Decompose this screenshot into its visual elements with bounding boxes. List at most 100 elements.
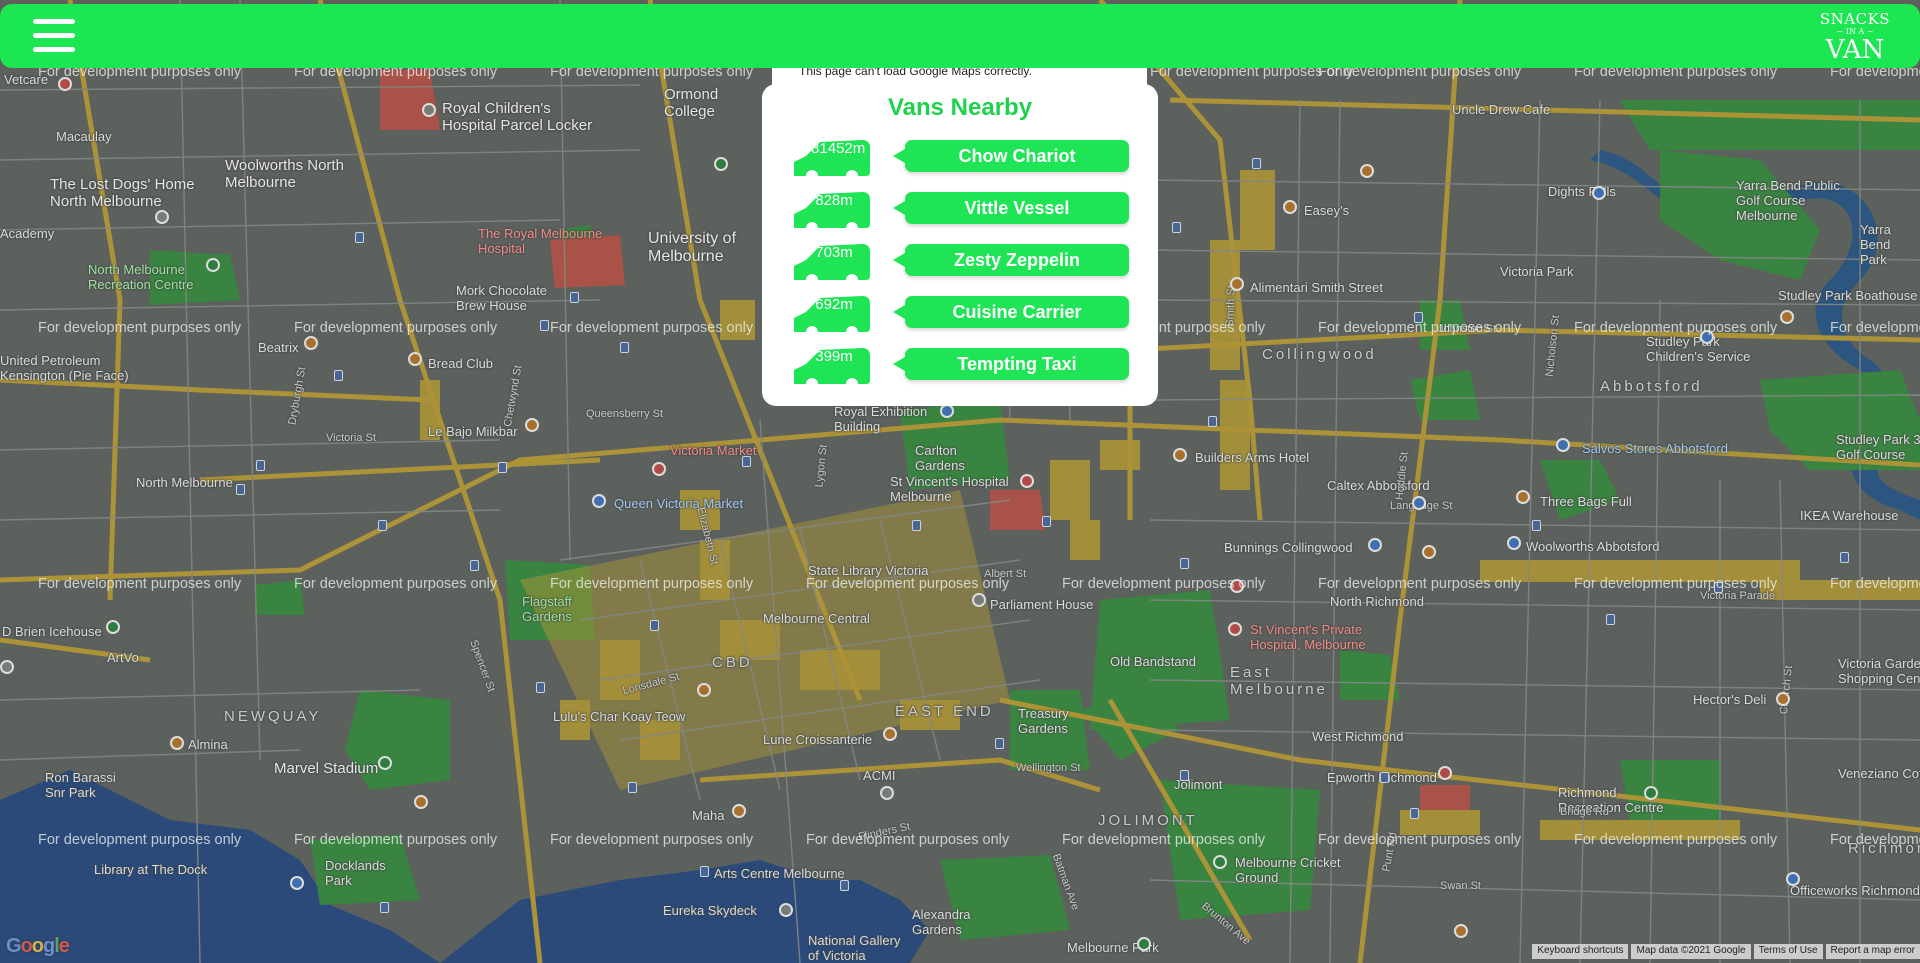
van-distance: 399m (815, 348, 853, 365)
transit-stop-icon (1380, 772, 1389, 783)
van-distance: 703m (815, 244, 853, 261)
transit-stop-icon (1180, 770, 1189, 781)
dev-watermark: For development purposes only (1062, 576, 1266, 592)
place-label: Royal Children's Hospital Parcel Locker (442, 100, 593, 134)
transit-stop-icon (256, 460, 265, 471)
logo-line-3: VAN (1825, 35, 1885, 65)
map-marker-icon[interactable] (422, 103, 436, 117)
map-marker-icon[interactable] (1516, 490, 1530, 504)
map-marker-icon[interactable] (1438, 766, 1452, 780)
terms-of-use-link[interactable]: Terms of Use (1753, 944, 1823, 959)
map-marker-icon[interactable] (779, 903, 793, 917)
map-marker-icon[interactable] (414, 795, 428, 809)
place-label: St Vincent's Hospital Melbourne (890, 474, 1009, 504)
map-marker-icon[interactable] (1283, 200, 1297, 214)
van-button-vittle-vessel[interactable]: Vittle Vessel (893, 192, 1129, 224)
place-label: Bread Club (428, 356, 494, 371)
map-marker-icon[interactable] (1786, 872, 1800, 886)
map-marker-icon[interactable] (378, 756, 392, 770)
place-label: Builders Arms Hotel (1195, 450, 1310, 465)
map-marker-icon[interactable] (1507, 536, 1521, 550)
top-navbar: SNACKS ~ IN A ~ VAN (0, 4, 1920, 68)
place-label: Beatrix (258, 340, 299, 355)
place-label: Treasury Gardens (1018, 706, 1069, 736)
van-button-chow-chariot[interactable]: Chow Chariot (893, 140, 1129, 172)
map-marker-icon[interactable] (106, 620, 120, 634)
map-marker-icon[interactable] (1422, 545, 1436, 559)
transit-stop-icon (570, 292, 579, 303)
map-marker-icon[interactable] (697, 683, 711, 697)
map-marker-icon[interactable] (732, 804, 746, 818)
map-marker-icon[interactable] (0, 660, 14, 674)
place-label: Alimentari Smith Street (1250, 280, 1383, 295)
van-button-cuisine-carrier[interactable]: Cuisine Carrier (893, 296, 1129, 328)
place-label: Melbourne Central (763, 611, 870, 626)
dev-watermark: For development purposes only (294, 576, 498, 592)
keyboard-shortcuts-link[interactable]: Keyboard shortcuts (1532, 944, 1629, 959)
dev-watermark: For development purposes only (1318, 320, 1522, 336)
map-marker-icon[interactable] (1360, 164, 1374, 178)
place-label: The Royal Melbourne Hospital (478, 226, 603, 256)
place-label: Collingwood (1262, 346, 1377, 363)
transit-stop-icon (1172, 222, 1181, 233)
map-marker-icon[interactable] (592, 494, 606, 508)
van-distance: 981452m (802, 140, 866, 157)
van-list-item: 399m Tempting Taxi (792, 346, 1138, 384)
map-marker-icon[interactable] (1173, 448, 1187, 462)
place-label: Old Bandstand (1110, 654, 1197, 669)
map-marker-icon[interactable] (1230, 277, 1244, 291)
hamburger-menu-icon[interactable] (33, 15, 75, 57)
dev-watermark: For development purposes only (806, 576, 1010, 592)
map-marker-icon[interactable] (1020, 474, 1034, 488)
map-marker-icon[interactable] (714, 157, 728, 171)
van-button-zesty-zeppelin[interactable]: Zesty Zeppelin (893, 244, 1129, 276)
map-marker-icon[interactable] (972, 593, 986, 607)
map-marker-icon[interactable] (290, 876, 304, 890)
street-label: Bridge Rd (1560, 806, 1609, 818)
logo-line-1: SNACKS (1819, 10, 1891, 28)
street-label: Victoria St (326, 432, 376, 444)
map-marker-icon[interactable] (155, 210, 169, 224)
place-label: Flagstaff Gardens (522, 594, 572, 624)
place-label: North Richmond (1330, 594, 1424, 609)
place-label: Marvel Stadium (274, 760, 379, 777)
map-marker-icon[interactable] (1213, 855, 1227, 869)
map-marker-icon[interactable] (883, 727, 897, 741)
map-marker-icon[interactable] (206, 258, 220, 272)
map-marker-icon[interactable] (880, 786, 894, 800)
dev-watermark: For development purposes only (1574, 576, 1778, 592)
snacks-in-a-van-logo[interactable]: SNACKS ~ IN A ~ VAN (1818, 10, 1892, 65)
van-button-tempting-taxi[interactable]: Tempting Taxi (893, 348, 1129, 380)
dev-watermark: For development purposes only (1318, 576, 1522, 592)
map-marker-icon[interactable] (1556, 438, 1570, 452)
map-marker-icon[interactable] (652, 462, 666, 476)
map-marker-icon[interactable] (1780, 310, 1794, 324)
map-marker-icon[interactable] (1228, 622, 1242, 636)
map-marker-icon[interactable] (1368, 538, 1382, 552)
transit-stop-icon (536, 682, 545, 693)
map-marker-icon[interactable] (1454, 924, 1468, 938)
transit-stop-icon (1410, 808, 1419, 819)
map-marker-icon[interactable] (408, 352, 422, 366)
map-marker-icon[interactable] (1137, 937, 1151, 951)
google-logo[interactable]: Google (6, 935, 70, 958)
map-marker-icon[interactable] (170, 736, 184, 750)
report-map-error-link[interactable]: Report a map error (1825, 944, 1920, 959)
dev-watermark: For development purposes only (550, 576, 754, 592)
place-label: Royal Exhibition Building (834, 404, 928, 434)
place-label: Eureka Skydeck (663, 903, 757, 918)
transit-stop-icon (620, 342, 629, 353)
map-marker-icon[interactable] (525, 418, 539, 432)
map-marker-icon[interactable] (1592, 186, 1606, 200)
map-marker-icon[interactable] (1412, 496, 1426, 510)
place-label: East Melbourne (1230, 664, 1328, 698)
place-label: Veneziano Coffee (1838, 766, 1920, 781)
map-marker-icon[interactable] (1644, 786, 1658, 800)
place-label: IKEA Warehouse (1800, 508, 1899, 523)
map-marker-icon[interactable] (940, 404, 954, 418)
place-label: Woolworths Abbotsford (1526, 539, 1660, 554)
map-marker-icon[interactable] (1776, 692, 1790, 706)
place-label: United Petroleum Kensington (Pie Face) (0, 353, 129, 383)
place-label: Officeworks Richmond (1790, 883, 1920, 898)
map-marker-icon[interactable] (304, 336, 318, 350)
